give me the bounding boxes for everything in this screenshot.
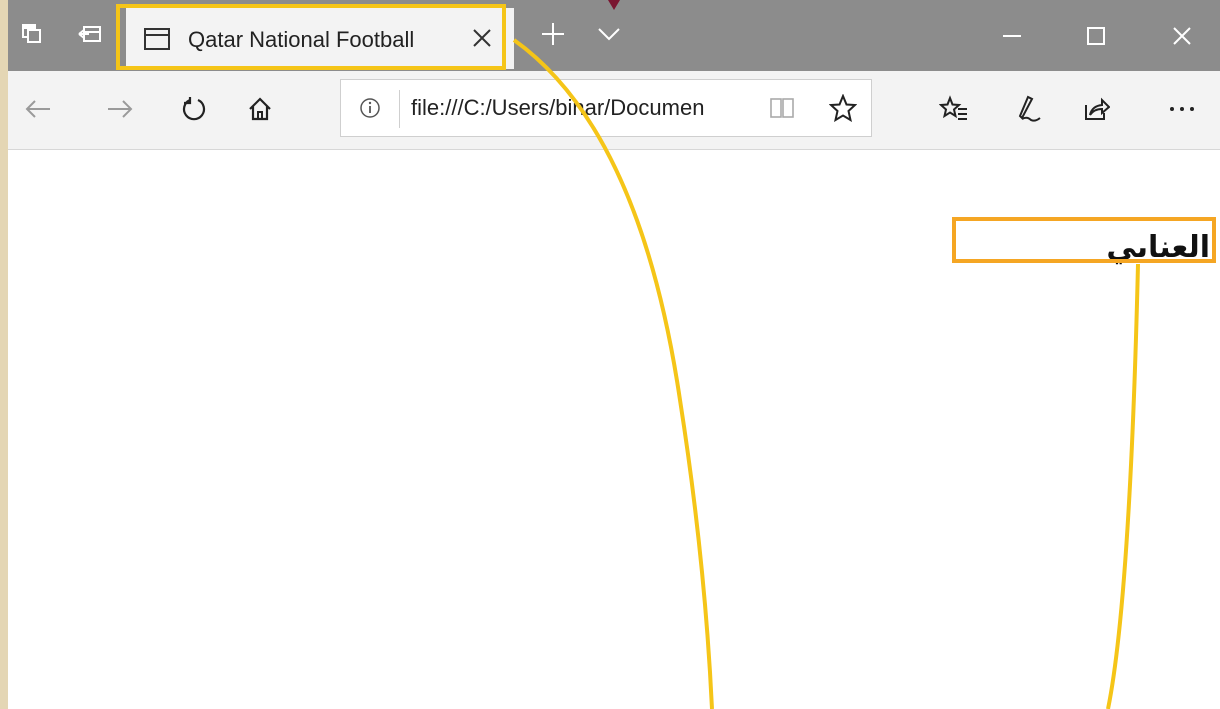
favorites-list-icon[interactable] xyxy=(938,93,970,125)
set-aside-tabs-icon[interactable] xyxy=(20,22,44,46)
tab-preview-icon[interactable] xyxy=(78,22,102,46)
chevron-down-icon[interactable] xyxy=(594,22,624,46)
refresh-icon[interactable] xyxy=(178,93,210,125)
url-text[interactable]: file:///C:/Users/binar/Documen xyxy=(411,95,711,121)
frame-edge xyxy=(0,0,8,709)
back-arrow-icon[interactable] xyxy=(22,93,54,125)
pen-icon[interactable] xyxy=(1012,93,1044,125)
maximize-icon[interactable] xyxy=(1082,22,1110,50)
close-window-icon[interactable] xyxy=(1168,22,1196,50)
heading-highlight-box xyxy=(952,217,1216,263)
more-icon[interactable] xyxy=(1166,93,1198,125)
minimize-icon[interactable] xyxy=(998,22,1026,50)
forward-arrow-icon[interactable] xyxy=(104,93,136,125)
browser-window: Qatar National Football file:///C:/Users… xyxy=(8,0,1220,709)
address-divider xyxy=(399,90,400,128)
navigation-bar: file:///C:/Users/binar/Documen xyxy=(8,71,1220,150)
new-tab-icon[interactable] xyxy=(538,22,568,46)
address-bar[interactable]: file:///C:/Users/binar/Documen xyxy=(340,79,872,137)
home-icon[interactable] xyxy=(244,93,276,125)
screenshot-frame: Qatar National Football file:///C:/Users… xyxy=(0,0,1220,709)
book-icon[interactable] xyxy=(769,97,795,124)
share-icon[interactable] xyxy=(1080,93,1112,125)
star-icon[interactable] xyxy=(828,93,858,127)
tab-highlight-box xyxy=(116,4,506,70)
info-icon[interactable] xyxy=(359,97,381,124)
